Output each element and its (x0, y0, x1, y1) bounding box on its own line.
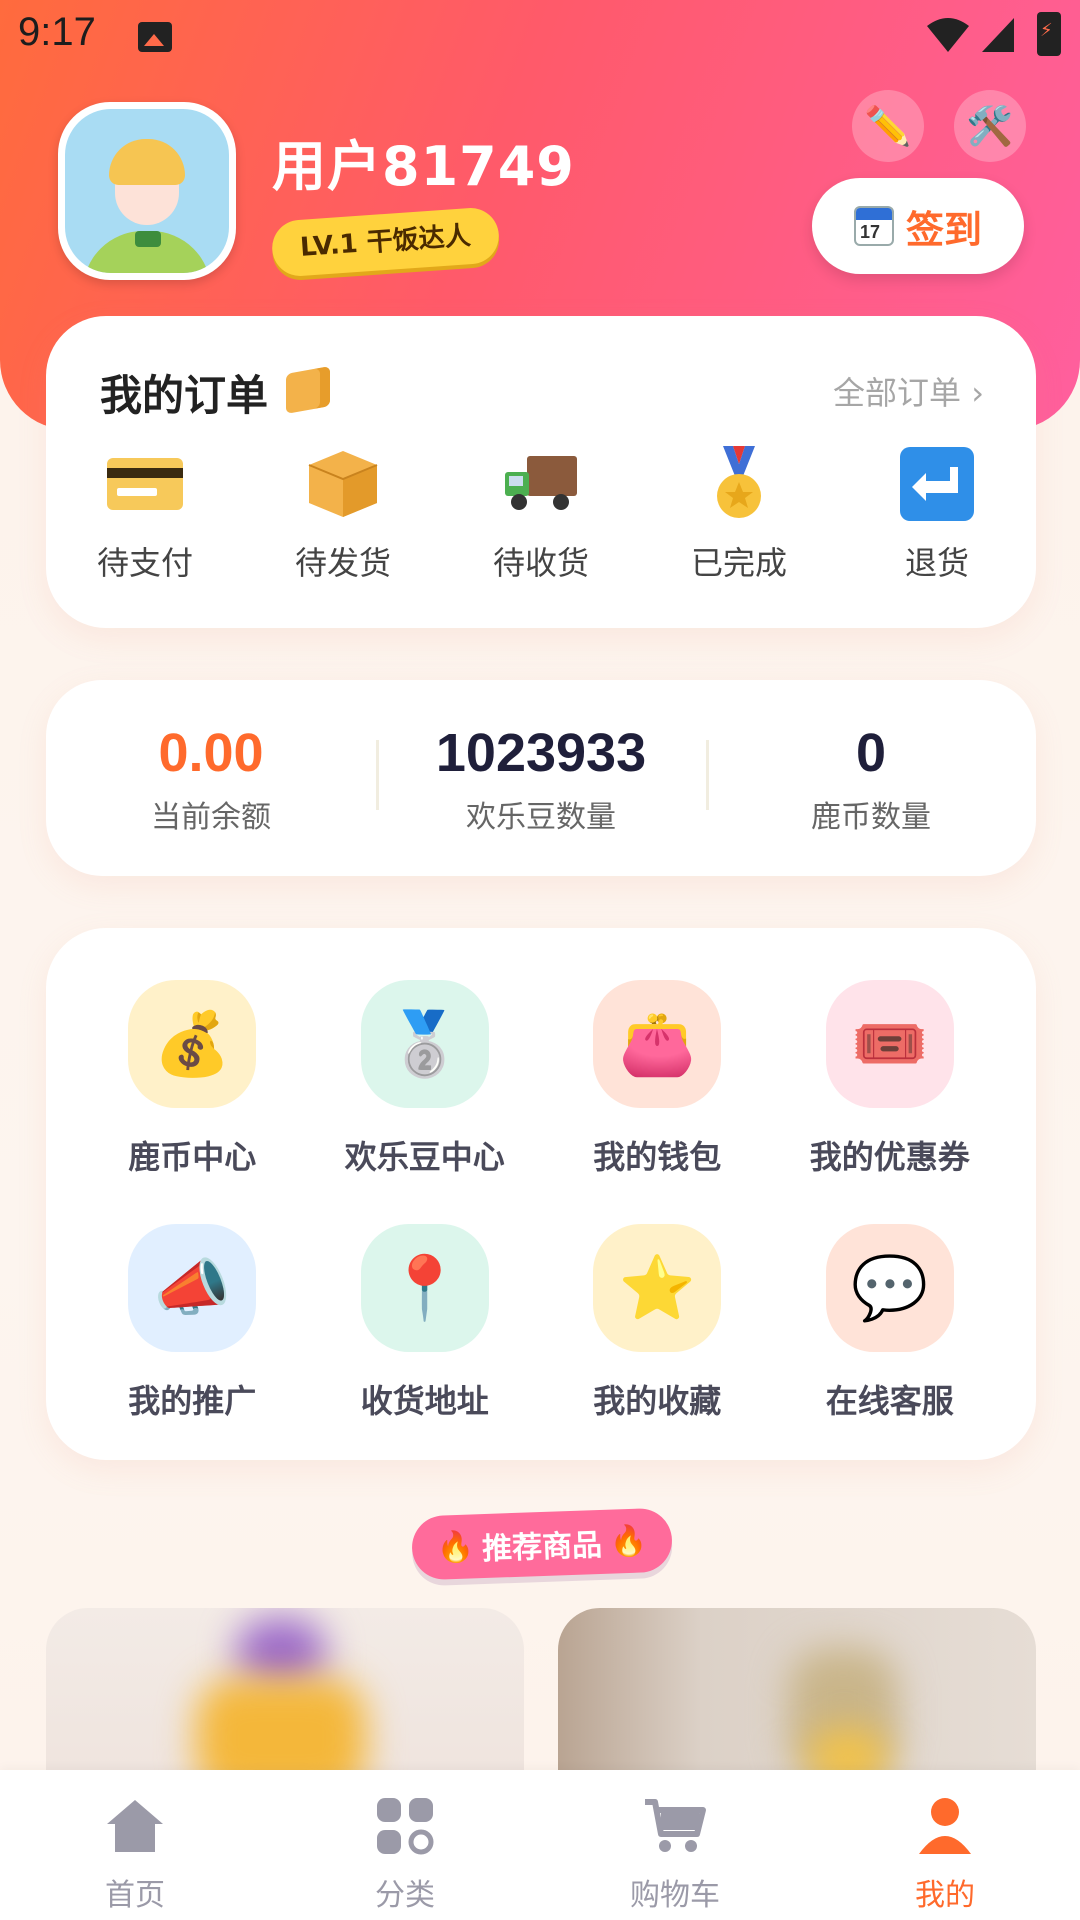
purse-icon: 👛 (593, 980, 722, 1108)
return-arrow-icon (899, 446, 975, 522)
status-time: 9:17 (18, 10, 96, 54)
signin-label: 签到 (905, 207, 982, 252)
deer-coins-stat[interactable]: 0 鹿币数量 (706, 724, 1036, 836)
my-favorites[interactable]: ⭐ 我的收藏 (541, 1224, 774, 1422)
joy-beans-center[interactable]: 🥈 欢乐豆中心 (309, 980, 542, 1178)
tab-cart[interactable]: 购物车 (540, 1770, 810, 1920)
money-bag-icon: 💰 (128, 980, 257, 1108)
balance-stat[interactable]: 0.00 当前余额 (46, 724, 376, 836)
joy-beans-value: 1023933 (435, 723, 647, 783)
status-bar: 9:17 (0, 0, 1080, 72)
signin-button[interactable]: 17 签到 (812, 178, 1024, 274)
order-completed[interactable]: 已完成 (640, 446, 838, 584)
avatar-image (65, 109, 229, 273)
star-icon: ⭐ (593, 1224, 722, 1352)
orders-card: 我的订单 全部订单 › 待支付 待发货 待收货 已完成 退货 (46, 316, 1036, 628)
signal-icon (982, 18, 1014, 52)
joy-beans-stat[interactable]: 1023933 欢乐豆数量 (376, 724, 706, 836)
medal-icon (701, 446, 777, 522)
cart-icon (645, 1799, 706, 1852)
truck-icon (503, 446, 579, 522)
tab-me[interactable]: 我的 (810, 1770, 1080, 1920)
username: 用户81749 (272, 135, 575, 198)
order-pending-payment[interactable]: 待支付 (46, 446, 244, 584)
battery-icon (1037, 12, 1061, 56)
wifi-icon (927, 18, 969, 52)
pencil-icon: ✏️ (864, 103, 912, 148)
credit-card-icon (107, 446, 183, 522)
edit-profile-button[interactable]: ✏️ (852, 90, 924, 162)
my-promotion[interactable]: 📣 我的推广 (76, 1224, 309, 1422)
stat-divider (706, 740, 709, 810)
deer-coins-value: 0 (855, 723, 887, 783)
settings-button[interactable]: 🛠️ (954, 90, 1026, 162)
medal-2-icon: 🥈 (360, 980, 489, 1108)
order-pending-receipt[interactable]: 待收货 (442, 446, 640, 584)
balance-label: 当前余额 (151, 800, 271, 835)
product-card[interactable] (558, 1608, 1036, 1778)
image-notification-icon (138, 22, 172, 52)
shipping-address[interactable]: 📍 收货地址 (309, 1224, 542, 1422)
ticket-icon: 🎟️ (825, 980, 954, 1108)
package-icon (286, 366, 330, 414)
joy-beans-label: 欢乐豆数量 (466, 800, 616, 835)
tab-home[interactable]: 首页 (0, 1770, 270, 1920)
online-support[interactable]: 💬 在线客服 (774, 1224, 1007, 1422)
deer-coin-center[interactable]: 💰 鹿币中心 (76, 980, 309, 1178)
pin-icon: 📍 (360, 1224, 489, 1352)
home-icon (107, 1800, 163, 1852)
tools-icon: 🛠️ (966, 103, 1014, 148)
stats-card: 0.00 当前余额 1023933 欢乐豆数量 0 鹿币数量 (46, 680, 1036, 876)
avatar[interactable] (58, 102, 236, 280)
orders-title: 我的订单 (100, 371, 269, 420)
all-orders-link[interactable]: 全部订单 › (833, 368, 984, 414)
services-card: 💰 鹿币中心 🥈 欢乐豆中心 👛 我的钱包 🎟️ 我的优惠券 📣 我的推广 📍 … (46, 928, 1036, 1460)
fire-icon: 🔥 (609, 1522, 648, 1560)
balance-value: 0.00 (158, 723, 264, 783)
user-icon (919, 1798, 971, 1854)
my-wallet[interactable]: 👛 我的钱包 (541, 980, 774, 1178)
package-icon (305, 446, 381, 522)
order-return[interactable]: 退货 (838, 446, 1036, 584)
chat-bubble-icon: 💬 (825, 1224, 954, 1352)
megaphone-icon: 📣 (128, 1224, 257, 1352)
product-card[interactable] (46, 1608, 524, 1778)
stat-divider (376, 740, 379, 810)
recommend-section-title: 🔥 推荐商品 🔥 (410, 1507, 674, 1581)
recommend-label: 推荐商品 (481, 1527, 603, 1568)
bottom-tab-bar: 首页 分类 购物车 我的 (0, 1770, 1080, 1920)
order-pending-shipment[interactable]: 待发货 (244, 446, 442, 584)
deer-coins-label: 鹿币数量 (811, 800, 931, 835)
fire-icon: 🔥 (436, 1528, 475, 1566)
calendar-icon: 17 (853, 206, 894, 246)
my-coupons[interactable]: 🎟️ 我的优惠券 (774, 980, 1007, 1178)
tab-category[interactable]: 分类 (270, 1770, 540, 1920)
category-icon (377, 1798, 434, 1855)
